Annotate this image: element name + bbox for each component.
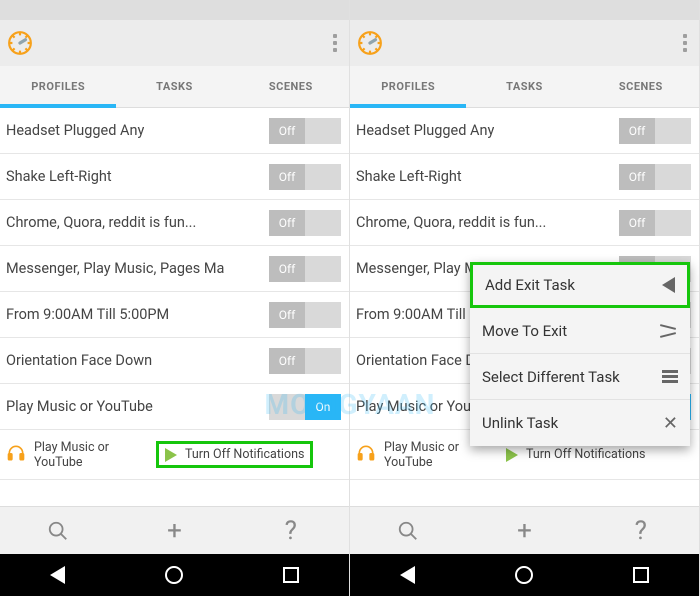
- right-screenshot: PROFILES TASKS SCENES Headset Plugged An…: [350, 0, 700, 596]
- arrow-right-icon: [506, 448, 518, 462]
- add-button[interactable]: +: [116, 507, 232, 554]
- context-label: Play Music or YouTube: [34, 440, 146, 470]
- profile-toggle[interactable]: Off: [619, 210, 691, 236]
- profile-name: Headset Plugged Any: [356, 122, 494, 139]
- profile-toggle[interactable]: On: [269, 394, 341, 420]
- profile-row[interactable]: From 9:00AM Till 5:00PM Off: [0, 292, 349, 338]
- app-bar: [0, 20, 349, 66]
- help-button[interactable]: ?: [583, 507, 699, 554]
- profile-task[interactable]: Turn Off Notifications: [506, 447, 645, 462]
- menu-label: Unlink Task: [482, 414, 558, 432]
- tab-tasks[interactable]: TASKS: [466, 66, 582, 107]
- tab-bar: PROFILES TASKS SCENES: [350, 66, 699, 108]
- tab-tasks[interactable]: TASKS: [116, 66, 232, 107]
- profile-row[interactable]: Shake Left-Right Off: [350, 154, 699, 200]
- profile-detail-row: Play Music or YouTube Turn Off Notificat…: [0, 430, 349, 480]
- bottom-toolbar: + ?: [350, 506, 699, 554]
- nav-back-icon[interactable]: [50, 566, 65, 584]
- profile-toggle[interactable]: Off: [269, 118, 341, 144]
- task-label: Turn Off Notifications: [526, 447, 645, 462]
- tasker-logo-icon: [6, 29, 34, 57]
- nav-home-icon[interactable]: [165, 566, 183, 584]
- nav-recents-icon[interactable]: [633, 567, 649, 583]
- profile-name: Shake Left-Right: [356, 168, 462, 185]
- headphones-icon: [356, 443, 376, 467]
- menu-select-different-task[interactable]: Select Different Task: [470, 354, 690, 400]
- profile-toggle[interactable]: Off: [619, 164, 691, 190]
- status-bar: [0, 0, 349, 20]
- menu-label: Move To Exit: [482, 322, 567, 340]
- android-nav-bar: [350, 554, 699, 596]
- profile-toggle[interactable]: Off: [619, 118, 691, 144]
- task-label: Turn Off Notifications: [185, 447, 304, 462]
- tasker-logo-icon: [356, 29, 384, 57]
- profile-row[interactable]: Messenger, Play Music, Pages Ma Off: [0, 246, 349, 292]
- profile-toggle[interactable]: Off: [269, 302, 341, 328]
- profiles-list: Headset Plugged Any Off Shake Left-Right O…: [0, 108, 349, 506]
- help-button[interactable]: ?: [233, 507, 349, 554]
- overflow-menu-icon[interactable]: [333, 34, 343, 52]
- menu-add-exit-task[interactable]: Add Exit Task: [470, 262, 690, 308]
- profile-row[interactable]: Chrome, Quora, reddit is fun... Off: [0, 200, 349, 246]
- menu-unlink-task[interactable]: Unlink Task ✕: [470, 400, 690, 446]
- status-bar: [350, 0, 699, 20]
- search-button[interactable]: [350, 507, 466, 554]
- profile-name: Shake Left-Right: [6, 168, 112, 185]
- menu-label: Add Exit Task: [485, 276, 575, 294]
- tab-scenes[interactable]: SCENES: [233, 66, 349, 107]
- android-nav-bar: [0, 554, 349, 596]
- task-context-menu: Add Exit Task Move To Exit Select Differ…: [470, 262, 690, 446]
- triangle-left-icon: [662, 277, 675, 293]
- profile-row[interactable]: Headset Plugged Any Off: [0, 108, 349, 154]
- profile-name: From 9:00AM Till 5:00PM: [6, 306, 169, 323]
- tab-bar: PROFILES TASKS SCENES: [0, 66, 349, 108]
- overflow-menu-icon[interactable]: [683, 34, 693, 52]
- profile-row[interactable]: Chrome, Quora, reddit is fun... Off: [350, 200, 699, 246]
- arrow-right-icon: [165, 448, 177, 462]
- profile-toggle[interactable]: Off: [269, 164, 341, 190]
- profile-row[interactable]: Play Music or YouTube On: [0, 384, 349, 430]
- profile-name: Headset Plugged Any: [6, 122, 144, 139]
- profile-name: Chrome, Quora, reddit is fun...: [6, 214, 196, 231]
- tab-profiles[interactable]: PROFILES: [350, 66, 466, 107]
- left-screenshot: PROFILES TASKS SCENES Headset Plugged An…: [0, 0, 350, 596]
- list-icon: [662, 370, 678, 383]
- close-icon: ✕: [663, 413, 678, 434]
- profile-toggle[interactable]: Off: [269, 348, 341, 374]
- menu-move-to-exit[interactable]: Move To Exit: [470, 308, 690, 354]
- app-bar: [350, 20, 699, 66]
- search-button[interactable]: [0, 507, 116, 554]
- profile-row[interactable]: Shake Left-Right Off: [0, 154, 349, 200]
- profile-context[interactable]: Play Music or YouTube: [6, 440, 146, 470]
- profile-name: Play Music or YouTube: [6, 398, 153, 415]
- profile-name: Messenger, Play Music, Pages Ma: [6, 260, 224, 277]
- menu-label: Select Different Task: [482, 368, 620, 386]
- shuffle-icon: [660, 324, 678, 338]
- tab-profiles[interactable]: PROFILES: [0, 66, 116, 107]
- profile-toggle[interactable]: Off: [269, 210, 341, 236]
- nav-home-icon[interactable]: [515, 566, 533, 584]
- profile-toggle[interactable]: Off: [269, 256, 341, 282]
- add-button[interactable]: +: [466, 507, 582, 554]
- profile-name: Orientation Face Down: [6, 352, 152, 369]
- nav-back-icon[interactable]: [400, 566, 415, 584]
- tab-scenes[interactable]: SCENES: [583, 66, 699, 107]
- nav-recents-icon[interactable]: [283, 567, 299, 583]
- profile-task-highlight[interactable]: Turn Off Notifications: [156, 441, 313, 468]
- profile-row[interactable]: Headset Plugged Any Off: [350, 108, 699, 154]
- profile-name: Chrome, Quora, reddit is fun...: [356, 214, 546, 231]
- bottom-toolbar: + ?: [0, 506, 349, 554]
- headphones-icon: [6, 443, 26, 467]
- profile-row[interactable]: Orientation Face Down Off: [0, 338, 349, 384]
